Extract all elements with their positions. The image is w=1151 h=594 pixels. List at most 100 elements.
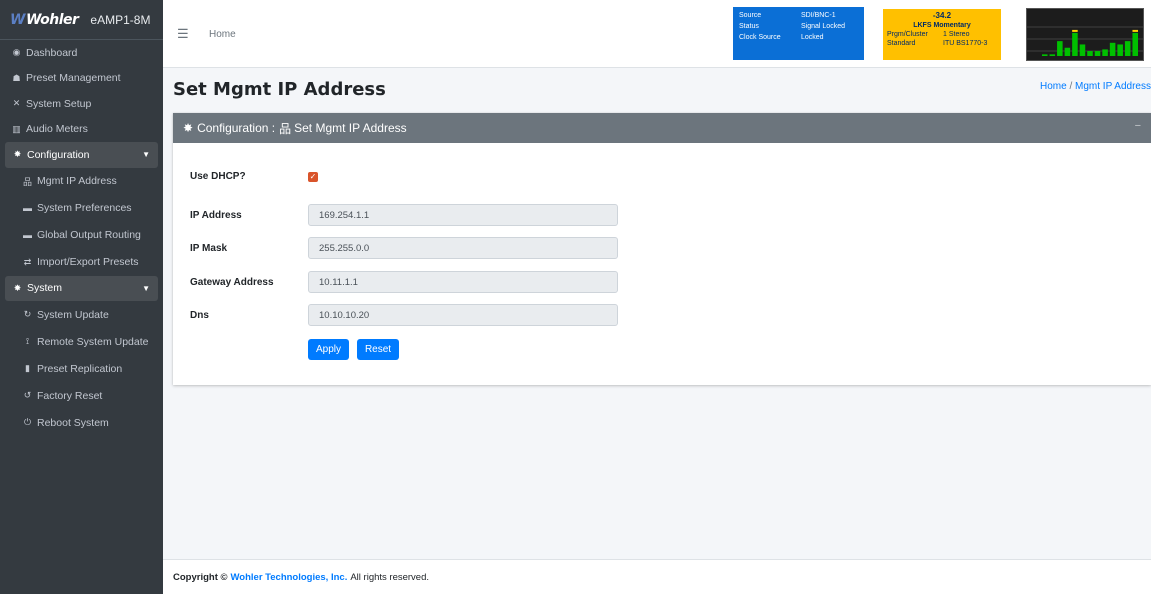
dhcp-label: Use DHCP? — [190, 171, 246, 182]
meter-bar — [1072, 32, 1078, 56]
sidebar-item-label: System Preferences — [37, 202, 132, 214]
sidebar-item-system-update[interactable]: ↻ System Update — [0, 301, 163, 328]
sidebar-item-label: Dashboard — [26, 46, 78, 59]
copy-icon: ▮ — [25, 363, 30, 373]
sidebar-item-preset-replication[interactable]: ▮ Preset Replication — [0, 355, 163, 382]
preset-management-icon: ☗ — [12, 72, 21, 83]
keyboard-icon: ▬ — [23, 230, 32, 240]
gears-icon: ✸ — [13, 282, 22, 293]
breadcrumb-home-link[interactable]: Home — [1040, 81, 1067, 92]
meter-bar — [1057, 41, 1063, 56]
gear-icon: ✸ — [183, 121, 194, 135]
sidebar-item-label: Preset Management — [26, 72, 121, 85]
rights-text: All rights reserved. — [350, 571, 430, 583]
sidebar-item-system-setup[interactable]: ✕ System Setup — [0, 91, 163, 117]
signal-status-panel: Source SDI/BNC-1 Status Signal Locked Cloc… — [733, 7, 864, 60]
meter-bar — [1042, 54, 1048, 56]
collapse-card-button[interactable]: − — [1135, 120, 1141, 132]
sidebar-item-preset-management[interactable]: ☗ Preset Management — [0, 66, 163, 92]
sidebar-item-global-output-routing[interactable]: ▬ Global Output Routing — [0, 222, 163, 249]
footer: Copyright © Wohler Technologies, Inc. Al… — [163, 559, 1151, 594]
status-key: Source — [739, 12, 762, 19]
loudness-value: -34.2 — [932, 11, 952, 20]
sidebar-item-system-preferences[interactable]: ▬ System Preferences — [0, 195, 163, 222]
sidebar-item-label: Reboot System — [37, 416, 109, 429]
satellite-icon: ⟟ — [25, 336, 30, 346]
meter-peak — [1132, 29, 1138, 32]
status-key: Status — [739, 23, 759, 30]
undo-icon: ↺ — [23, 390, 32, 400]
sidebar-item-label: System Update — [37, 308, 109, 321]
dns-row: Dns 10.10.10.20 — [190, 304, 618, 326]
sidebar-item-system[interactable]: ✸ System ▼ — [5, 275, 158, 301]
power-icon: ⏻ — [23, 417, 32, 427]
prgm-key: Prgm/Cluster — [887, 31, 928, 38]
loudness-panel: -34.2 LKFS Momentary Prgm/Cluster 1 Stere… — [883, 9, 1001, 60]
sidebar-item-dashboard[interactable]: ◉ Dashboard — [0, 40, 163, 66]
meter-bar — [1087, 51, 1093, 56]
network-icon: 品 — [22, 176, 32, 187]
standard-key: Standard — [887, 40, 916, 47]
sidebar-item-configuration[interactable]: ✸ Configuration ▼ — [5, 142, 158, 168]
menu-toggle-icon[interactable]: ☰ — [177, 26, 189, 42]
dns-input[interactable]: 10.10.10.20 — [308, 304, 618, 326]
sidebar-item-audio-meters[interactable]: ▥ Audio Meters — [0, 117, 163, 143]
meter-bar — [1079, 44, 1086, 56]
chevron-down-icon: ▼ — [142, 150, 150, 160]
audio-meter-thumbnail[interactable] — [1026, 8, 1144, 61]
configuration-card: ✸ Configuration : 品 Set Mgmt IP Address … — [173, 113, 1151, 385]
meter-bar — [1132, 32, 1138, 56]
network-icon: 品 — [279, 121, 292, 136]
card-title-prefix: Configuration : — [197, 121, 276, 135]
loudness-mode: LKFS Momentary — [913, 22, 971, 29]
sidebar-nav: ◉ Dashboard ☗ Preset Management ✕ System Setu… — [0, 40, 163, 436]
sidebar-item-label: Import/Export Presets — [37, 256, 139, 268]
ip-address-input[interactable]: 169.254.1.1 — [308, 204, 618, 226]
page-title: Set Mgmt IP Address — [173, 79, 386, 100]
exchange-icon: ⇄ — [23, 256, 32, 267]
sidebar-item-label: Audio Meters — [26, 123, 88, 136]
sidebar-item-import-export-presets[interactable]: ⇄ Import/Export Presets — [0, 249, 163, 276]
card-title: Set Mgmt IP Address — [294, 121, 407, 135]
dhcp-row: Use DHCP? ✓ — [190, 171, 318, 182]
mask-row: IP Mask 255.255.0.0 — [190, 237, 618, 259]
top-navbar: ☰ Home Source SDI/BNC-1 Status Signal Lock… — [163, 0, 1151, 68]
meter-bar — [1094, 51, 1101, 56]
sidebar-item-label: System Setup — [26, 97, 92, 110]
gateway-input[interactable]: 10.11.1.1 — [308, 271, 618, 293]
brand[interactable]: W Wohler eAMP1-8M — [0, 0, 163, 40]
chart-icon: ▥ — [12, 123, 21, 134]
meter-bar — [1049, 54, 1056, 56]
sidebar-item-label: System — [27, 282, 63, 295]
sidebar-item-factory-reset[interactable]: ↺ Factory Reset — [0, 382, 163, 409]
sidebar-item-label: Remote System Update — [37, 335, 149, 348]
breadcrumb-separator: / — [1069, 81, 1073, 92]
standard-value: ITU BS1770-3 — [943, 40, 988, 47]
tools-icon: ✕ — [12, 98, 21, 109]
ip-mask-input[interactable]: 255.255.0.0 — [308, 237, 618, 259]
prgm-value: 1 Stereo — [943, 31, 970, 38]
gateway-label: Gateway Address — [190, 276, 274, 288]
status-key: Clock Source — [739, 34, 781, 41]
sidebar: W Wohler eAMP1-8M ◉ Dashboard ☗ Preset Manag… — [0, 0, 163, 594]
reset-button[interactable]: Reset — [357, 339, 399, 360]
sidebar-item-reboot-system[interactable]: ⏻ Reboot System — [0, 409, 163, 436]
product-name: eAMP1-8M — [90, 12, 151, 27]
breadcrumb: Home / Mgmt IP Address — [1040, 81, 1151, 92]
sidebar-item-mgmt-ip-address[interactable]: 品 Mgmt IP Address — [0, 168, 163, 195]
mask-label: IP Mask — [190, 242, 228, 254]
meter-bar — [1124, 41, 1131, 56]
sidebar-item-remote-system-update[interactable]: ⟟ Remote System Update — [0, 328, 163, 355]
sidebar-item-label: Preset Replication — [37, 362, 123, 375]
chevron-down-icon: ▼ — [142, 283, 150, 293]
sidebar-item-label: Mgmt IP Address — [37, 175, 117, 187]
status-value: Locked — [801, 34, 824, 41]
dashboard-icon: ◉ — [12, 47, 21, 58]
gear-icon: ✸ — [13, 149, 22, 160]
dhcp-checkbox[interactable]: ✓ — [308, 171, 318, 182]
meter-bar — [1064, 47, 1071, 56]
gateway-row: Gateway Address 10.11.1.1 — [190, 271, 618, 293]
nav-home-link[interactable]: Home — [209, 29, 236, 40]
company-link[interactable]: Wohler Technologies, Inc. — [231, 572, 348, 583]
apply-button[interactable]: Apply — [308, 339, 349, 360]
